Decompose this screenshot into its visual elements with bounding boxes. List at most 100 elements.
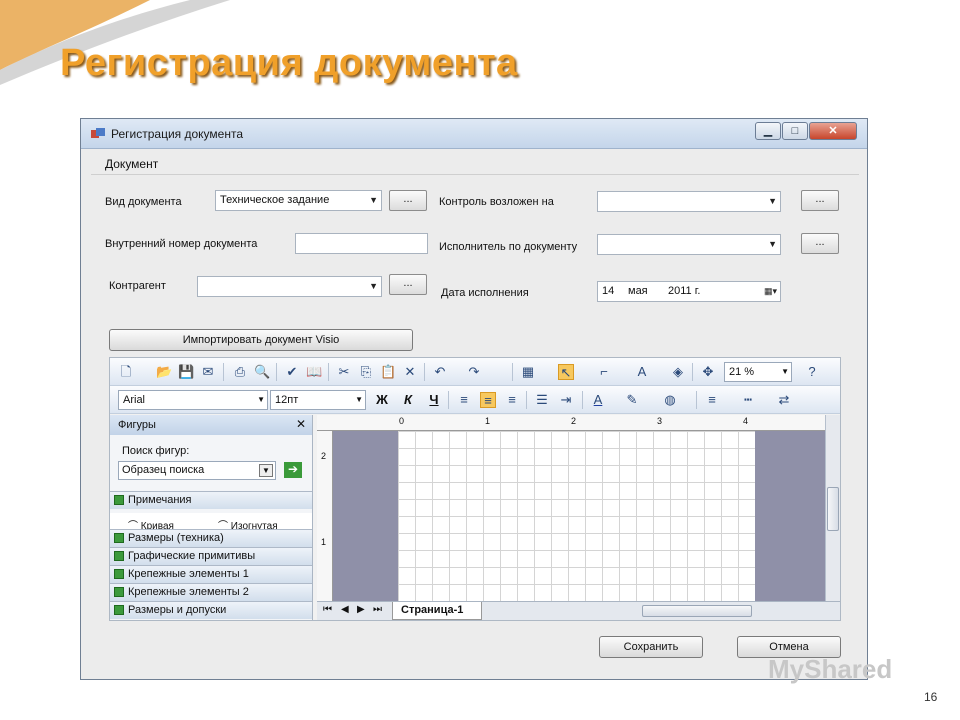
- calendar-icon[interactable]: ▦▾: [764, 286, 777, 297]
- counterparty-select[interactable]: ▼: [197, 276, 382, 297]
- executor-browse-button[interactable]: ...: [801, 233, 839, 254]
- font-select[interactable]: Arial ▼: [118, 390, 268, 410]
- control-browse-button[interactable]: ...: [801, 190, 839, 211]
- text-tool-icon[interactable]: A: [634, 364, 650, 380]
- shape-style-icon[interactable]: ◈: [670, 364, 686, 380]
- line-pattern-icon[interactable]: ┅: [740, 392, 756, 408]
- chevron-down-icon[interactable]: ▼: [259, 464, 273, 477]
- pointer-tool-icon[interactable]: ↖: [558, 364, 574, 380]
- open-folder-icon[interactable]: 📂: [156, 364, 172, 380]
- stencil-icon: [114, 551, 124, 561]
- counterparty-browse-button[interactable]: ...: [389, 274, 427, 295]
- ruler-tick: 1: [321, 537, 327, 547]
- font-size-value: 12пт: [275, 394, 299, 406]
- italic-button[interactable]: К: [400, 392, 416, 408]
- stencil-fasteners-2[interactable]: Крепежные элементы 2: [110, 583, 312, 601]
- shape-search-input[interactable]: Образец поиска ▼: [118, 461, 276, 480]
- indent-icon[interactable]: ⇥: [558, 392, 574, 408]
- shapes-window-icon[interactable]: ▦: [520, 364, 536, 380]
- ruler-tick: 1: [485, 416, 491, 426]
- font-value: Arial: [123, 394, 146, 406]
- slide-page-number: 16: [924, 690, 938, 704]
- save-button[interactable]: Сохранить: [599, 636, 703, 658]
- stencil-fasteners-1[interactable]: Крепежные элементы 1: [110, 565, 312, 583]
- stencil-label: Размеры (техника): [128, 532, 224, 544]
- ruler-tick: 3: [657, 416, 663, 426]
- delete-icon[interactable]: ✕: [402, 364, 418, 380]
- send-icon[interactable]: ✉: [200, 364, 216, 380]
- page-tabs-bar: ⏮ ◀ ▶ ⏭ Страница-1: [317, 601, 840, 620]
- stencil-label: Размеры и допуски: [128, 604, 227, 616]
- window-titlebar: Регистрация документа ▁ □ ✕: [81, 119, 867, 149]
- due-date-label: Дата исполнения: [441, 287, 529, 299]
- redo-icon[interactable]: ↷: [466, 364, 482, 380]
- font-size-select[interactable]: 12пт ▼: [270, 390, 366, 410]
- last-page-icon[interactable]: ⏭: [373, 604, 382, 615]
- menu-item-document[interactable]: Документ: [105, 157, 158, 171]
- print-preview-icon[interactable]: 🔍: [254, 364, 270, 380]
- window-title: Регистрация документа: [111, 127, 243, 141]
- line-weight-icon[interactable]: ≡: [704, 392, 720, 408]
- doc-type-select[interactable]: Техническое задание ▼: [215, 190, 382, 211]
- page-tab[interactable]: Страница-1: [392, 602, 482, 620]
- drawing-page[interactable]: [398, 431, 755, 601]
- first-page-icon[interactable]: ⏮: [323, 604, 332, 615]
- paste-icon[interactable]: 📋: [380, 364, 396, 380]
- stencil-primitives[interactable]: Графические примитивы: [110, 547, 312, 565]
- research-icon[interactable]: 📖: [306, 364, 322, 380]
- spelling-icon[interactable]: ✔: [284, 364, 300, 380]
- align-right-icon[interactable]: ≡: [504, 392, 520, 408]
- vertical-ruler: 2 1: [317, 431, 333, 601]
- drawing-canvas[interactable]: [333, 431, 825, 601]
- stencil-label: Графические примитивы: [128, 550, 256, 562]
- close-button[interactable]: ✕: [809, 122, 857, 140]
- due-date-picker[interactable]: 14 мая 2011 г. ▦▾: [597, 281, 781, 302]
- underline-button[interactable]: Ч: [426, 392, 442, 408]
- close-icon[interactable]: ✕: [296, 417, 306, 431]
- executor-select[interactable]: ▼: [597, 234, 781, 255]
- internal-number-label: Внутренний номер документа: [105, 238, 258, 250]
- connector-tool-icon[interactable]: ⌐: [596, 364, 612, 380]
- search-go-icon[interactable]: ➔: [284, 462, 302, 478]
- chevron-down-icon: ▼: [781, 367, 789, 376]
- chevron-down-icon: ▼: [257, 395, 265, 404]
- copy-icon[interactable]: ⎘: [358, 364, 374, 380]
- vertical-scrollbar[interactable]: [825, 415, 840, 601]
- pan-zoom-icon[interactable]: ✥: [700, 364, 716, 380]
- control-select[interactable]: ▼: [597, 191, 781, 212]
- bold-button[interactable]: Ж: [374, 392, 390, 408]
- minimize-button[interactable]: ▁: [755, 122, 781, 140]
- fill-color-icon[interactable]: ◍: [662, 392, 678, 408]
- line-ends-icon[interactable]: ⇄: [776, 392, 792, 408]
- bullets-icon[interactable]: ☰: [534, 392, 550, 408]
- save-icon[interactable]: 💾: [178, 364, 194, 380]
- shapes-pane-header: Фигуры ✕: [110, 415, 312, 435]
- new-document-icon[interactable]: 🗋: [118, 364, 134, 380]
- stencil-tolerances[interactable]: Размеры и допуски: [110, 601, 312, 619]
- stencil-dimensions[interactable]: Размеры (техника): [110, 529, 312, 547]
- line-color-icon[interactable]: ✎: [624, 392, 640, 408]
- prev-page-icon[interactable]: ◀: [341, 604, 349, 615]
- align-left-icon[interactable]: ≡: [456, 392, 472, 408]
- doc-type-browse-button[interactable]: ...: [389, 190, 427, 211]
- zoom-select[interactable]: 21 % ▼: [724, 362, 792, 382]
- internal-number-input[interactable]: [295, 233, 428, 254]
- help-icon[interactable]: ?: [804, 364, 820, 380]
- next-page-icon[interactable]: ▶: [357, 604, 365, 615]
- cut-icon[interactable]: ✂: [336, 364, 352, 380]
- control-label: Контроль возложен на: [439, 196, 554, 208]
- import-visio-button[interactable]: Импортировать документ Visio: [109, 329, 413, 351]
- undo-icon[interactable]: ↶: [432, 364, 448, 380]
- shapes-pane: Фигуры ✕ Поиск фигур: Образец поиска ▼ ➔…: [110, 415, 313, 620]
- ruler-tick: 4: [743, 416, 749, 426]
- standard-toolbar: 🗋 📂 💾 ✉ ⎙ 🔍 ✔ 📖 ✂ ⎘ 📋 ✕ ↶ ↷ ▦ ↖ ⌐ A ◈ ✥ …: [110, 358, 840, 386]
- align-center-icon[interactable]: ≡: [480, 392, 496, 408]
- font-color-icon[interactable]: A: [590, 392, 606, 408]
- shape-search-label: Поиск фигур:: [122, 445, 190, 457]
- horizontal-scroll-thumb[interactable]: [642, 605, 752, 617]
- chevron-down-icon: ▼: [768, 239, 777, 249]
- print-icon[interactable]: ⎙: [232, 364, 248, 380]
- stencil-notes[interactable]: Примечания: [110, 491, 312, 509]
- maximize-button[interactable]: □: [782, 122, 808, 140]
- scroll-thumb[interactable]: [827, 487, 839, 531]
